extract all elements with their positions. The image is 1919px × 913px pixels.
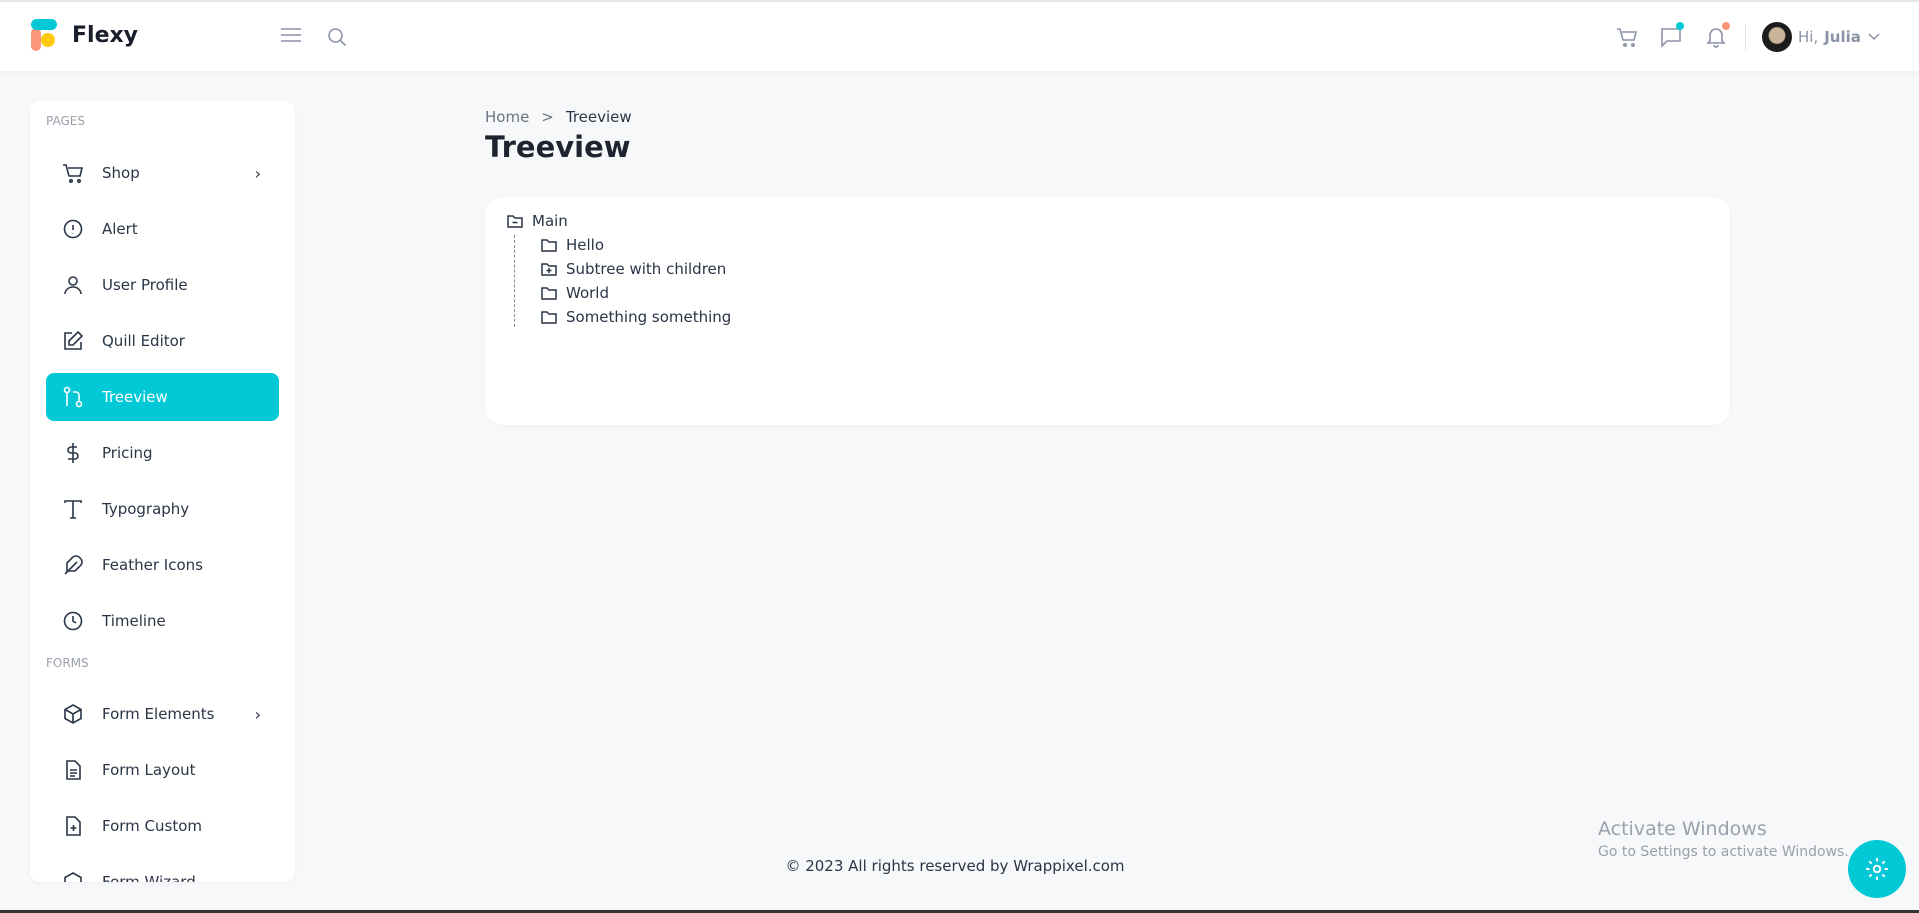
sidebar-item-label: Timeline (102, 612, 166, 630)
greeting: Hi, (1798, 28, 1819, 46)
sidebar-item-label: Shop (102, 164, 140, 182)
logo[interactable]: Flexy (30, 18, 138, 52)
sidebar-item-quill-editor[interactable]: Quill Editor (46, 317, 279, 365)
sidebar-item-label: Quill Editor (102, 332, 185, 350)
sidebar-item-label: Form Custom (102, 817, 203, 835)
breadcrumb: Home > Treeview (485, 108, 632, 126)
watermark-line2: Go to Settings to activate Windows. (1598, 844, 1849, 860)
messages-button[interactable] (1660, 22, 1684, 48)
section-label-pages: PAGES (46, 114, 85, 128)
folder-icon (541, 311, 557, 324)
sidebar-item-label: User Profile (102, 276, 188, 294)
chevron-down-icon (1868, 33, 1880, 41)
tree-node-label: World (566, 284, 609, 302)
brand-name: Flexy (72, 22, 139, 48)
tree-node-label: Subtree with children (566, 260, 727, 278)
menu-icon (281, 28, 301, 42)
box-icon (64, 704, 82, 724)
user-name: Julia (1824, 28, 1861, 46)
cart-button[interactable] (1616, 26, 1638, 48)
breadcrumb-home[interactable]: Home (485, 108, 529, 126)
git-pull-request-icon (63, 386, 83, 408)
sidebar-item-label: Pricing (102, 444, 153, 462)
sidebar-item-form-layout[interactable]: Form Layout (46, 746, 279, 794)
watermark-line1: Activate Windows (1598, 818, 1767, 840)
divider (1745, 24, 1746, 50)
footer-text: © 2023 All rights reserved by Wrappixel.… (785, 857, 1125, 875)
type-icon (64, 500, 82, 519)
sidebar-item-alert[interactable]: Alert (46, 205, 279, 253)
file-plus-icon (66, 816, 81, 836)
dollar-icon (67, 443, 79, 463)
message-badge (1676, 22, 1684, 30)
tree-node-label: Main (532, 212, 568, 230)
sidebar-item-shop[interactable]: Shop › (46, 149, 279, 197)
section-label-forms: FORMS (46, 656, 89, 670)
feather-icon (64, 555, 83, 575)
clock-icon (63, 611, 83, 631)
sidebar-item-label: Typography (102, 500, 190, 518)
folder-icon (541, 287, 557, 300)
notification-badge (1722, 22, 1730, 30)
breadcrumb-current: Treeview (565, 108, 632, 126)
sidebar-item-treeview[interactable]: Treeview (46, 373, 279, 421)
sidebar-item-typography[interactable]: Typography (46, 485, 279, 533)
user-menu[interactable]: Hi, Julia (1762, 22, 1881, 52)
sidebar-item-form-custom[interactable]: Form Custom (46, 802, 279, 850)
sidebar-item-feather-icons[interactable]: Feather Icons (46, 541, 279, 589)
tree-node[interactable]: Subtree with children (541, 260, 726, 278)
tree-node-main[interactable]: Main (507, 212, 568, 230)
sidebar-item-user-profile[interactable]: User Profile (46, 261, 279, 309)
sidebar-item-label: Treeview (102, 388, 168, 406)
search-button[interactable] (327, 27, 347, 47)
cart-icon (63, 164, 84, 183)
treeview-card: Main Hello Subtree with children World S… (485, 197, 1730, 425)
file-text-icon (66, 760, 81, 780)
folder-minus-icon (507, 215, 523, 228)
settings-button[interactable] (1848, 840, 1906, 898)
notifications-button[interactable] (1705, 22, 1730, 48)
sidebar-item-timeline[interactable]: Timeline (46, 597, 279, 645)
sidebar-item-pricing[interactable]: Pricing (46, 429, 279, 477)
sidebar-item-label: Form Layout (102, 761, 196, 779)
chevron-right-icon: › (254, 704, 261, 724)
chevron-right-icon: › (254, 163, 261, 183)
search-icon (328, 28, 347, 47)
user-icon (64, 276, 82, 295)
sidebar-item-label: Feather Icons (102, 556, 203, 574)
flexy-logo-icon (31, 19, 57, 51)
tree-node-label: Hello (566, 236, 605, 254)
top-navbar: Flexy Hi, Julia (0, 0, 1919, 71)
cart-icon (1617, 28, 1638, 47)
tree-node[interactable]: Hello (541, 236, 604, 254)
tree-node[interactable]: Something something (541, 308, 731, 326)
avatar (1762, 22, 1792, 52)
sidebar-item-form-elements[interactable]: Form Elements › (46, 690, 279, 738)
folder-plus-icon (541, 263, 557, 276)
sidebar: PAGES Shop › Alert User Profile Quill Edi… (30, 101, 295, 882)
alert-circle-icon (63, 219, 83, 239)
windows-watermark: Activate Windows Go to Settings to activ… (1598, 818, 1849, 860)
tree-node[interactable]: World (541, 284, 609, 302)
sidebar-item-label: Form Elements (102, 705, 215, 723)
edit-icon (64, 330, 84, 350)
gear-icon (1866, 858, 1888, 880)
folder-icon (541, 239, 557, 252)
page-title: Treeview (485, 130, 631, 164)
tree-guide-line (514, 235, 515, 327)
sidebar-item-label: Alert (102, 220, 138, 238)
breadcrumb-separator: > (541, 108, 554, 126)
tree-node-label: Something something (566, 308, 732, 326)
menu-toggle-button[interactable] (280, 26, 302, 44)
